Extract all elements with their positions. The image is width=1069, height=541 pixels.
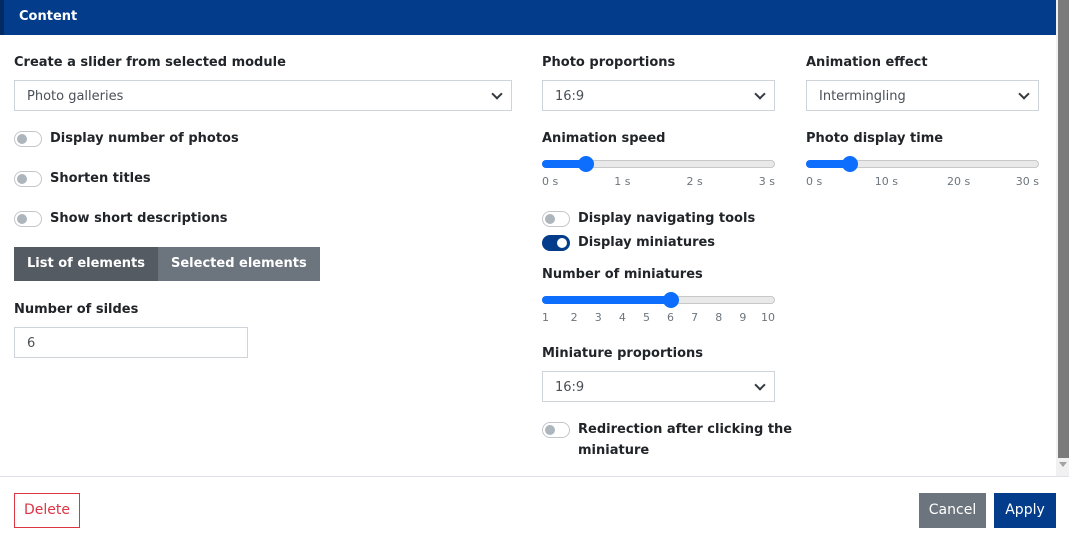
display-number-label: Display number of photos [50, 131, 239, 146]
short-descriptions-toggle[interactable] [14, 211, 42, 227]
chevron-down-icon [491, 88, 503, 100]
animation-speed-slider[interactable] [542, 156, 775, 172]
redirection-toggle[interactable] [542, 422, 570, 438]
cancel-button[interactable]: Cancel [919, 493, 986, 528]
animation-speed-label: Animation speed [542, 131, 666, 146]
redirection-label-line2: miniature [578, 443, 650, 458]
display-number-toggle[interactable] [14, 131, 42, 147]
scrollbar-thumb[interactable] [1058, 0, 1069, 458]
photo-proportions-select[interactable]: 16:9 [542, 80, 775, 111]
slider-tick-label: 4 [618, 311, 626, 324]
footer-divider [0, 476, 1069, 477]
slides-input-value: 6 [27, 336, 36, 351]
panel-title: Content [19, 9, 78, 24]
nav-tools-label: Display navigating tools [578, 211, 756, 226]
toggle-knob [17, 214, 27, 224]
slider-fill [542, 296, 671, 304]
slider-tick-label: 10 s [874, 175, 898, 188]
delete-button[interactable]: Delete [14, 493, 80, 528]
chevron-down-icon [754, 88, 766, 100]
num-miniatures-label: Number of miniatures [542, 267, 703, 282]
shorten-titles-toggle[interactable] [14, 171, 42, 187]
slider-tick-label: 3 [594, 311, 602, 324]
mini-proportions-label: Miniature proportions [542, 346, 703, 361]
slider-tick-label: 0 s [806, 175, 823, 188]
display-time-label: Photo display time [806, 131, 944, 146]
display-time-ticks: 0 s 10 s 20 s 30 s [806, 175, 1039, 189]
mini-proportions-value: 16:9 [555, 380, 585, 395]
shorten-titles-label: Shorten titles [50, 171, 151, 186]
display-time-slider[interactable] [806, 156, 1039, 172]
animation-speed-ticks: 0 s 1 s 2 s 3 s [542, 175, 775, 189]
module-label: Create a slider from selected module [14, 55, 286, 70]
panel-header: Content [0, 0, 1056, 35]
photo-proportions-value: 16:9 [555, 89, 585, 104]
nav-tools-toggle[interactable] [542, 211, 570, 227]
scrollbar[interactable] [1056, 0, 1069, 476]
slider-tick-label: 6 [667, 311, 675, 324]
chevron-down-icon [754, 379, 766, 391]
slider-tick-label: 10 [761, 311, 775, 324]
toggle-knob [17, 174, 27, 184]
slider-thumb[interactable] [842, 156, 859, 172]
num-miniatures-ticks: 1 2 3 4 5 6 7 8 9 10 [542, 311, 775, 325]
chevron-down-icon [1018, 88, 1030, 100]
slider-tick-label: 2 s [686, 175, 703, 188]
miniatures-toggle[interactable] [542, 235, 570, 251]
animation-effect-select[interactable]: Intermingling [806, 80, 1039, 111]
tab-selected-elements[interactable]: Selected elements [158, 247, 320, 281]
slider-tick-label: 1 [542, 311, 549, 324]
module-select[interactable]: Photo galleries [14, 80, 512, 111]
num-miniatures-slider[interactable] [542, 292, 775, 308]
tab-list-of-elements[interactable]: List of elements [14, 247, 158, 281]
toggle-knob [545, 425, 555, 435]
slider-tick-label: 8 [715, 311, 723, 324]
slider-tick-label: 7 [691, 311, 699, 324]
photo-proportions-label: Photo proportions [542, 55, 676, 70]
slider-tick-label: 30 s [1015, 175, 1039, 188]
slider-tick-label: 2 [570, 311, 578, 324]
apply-button[interactable]: Apply [994, 493, 1056, 528]
miniatures-label: Display miniatures [578, 235, 716, 250]
slider-tick-label: 5 [642, 311, 650, 324]
slider-thumb[interactable] [662, 292, 679, 308]
slider-thumb[interactable] [578, 156, 595, 172]
slider-tick-label: 20 s [947, 175, 971, 188]
animation-effect-value: Intermingling [819, 89, 906, 104]
short-descriptions-label: Show short descriptions [50, 211, 228, 226]
slides-input[interactable]: 6 [14, 327, 248, 358]
element-tabs: List of elements Selected elements [14, 247, 320, 281]
slider-tick-label: 3 s [758, 175, 775, 188]
slider-tick-label: 1 s [614, 175, 631, 188]
slider-tick-label: 9 [739, 311, 747, 324]
toggle-knob [545, 214, 555, 224]
mini-proportions-select[interactable]: 16:9 [542, 371, 775, 402]
scroll-down-arrow-icon[interactable] [1059, 462, 1067, 467]
toggle-knob [557, 238, 567, 248]
redirection-label-line1: Redirection after clicking the [578, 422, 793, 437]
toggle-knob [17, 134, 27, 144]
module-select-value: Photo galleries [27, 89, 124, 104]
slides-label: Number of sildes [14, 302, 139, 317]
slider-tick-label: 0 s [542, 175, 559, 188]
animation-effect-label: Animation effect [806, 55, 928, 70]
